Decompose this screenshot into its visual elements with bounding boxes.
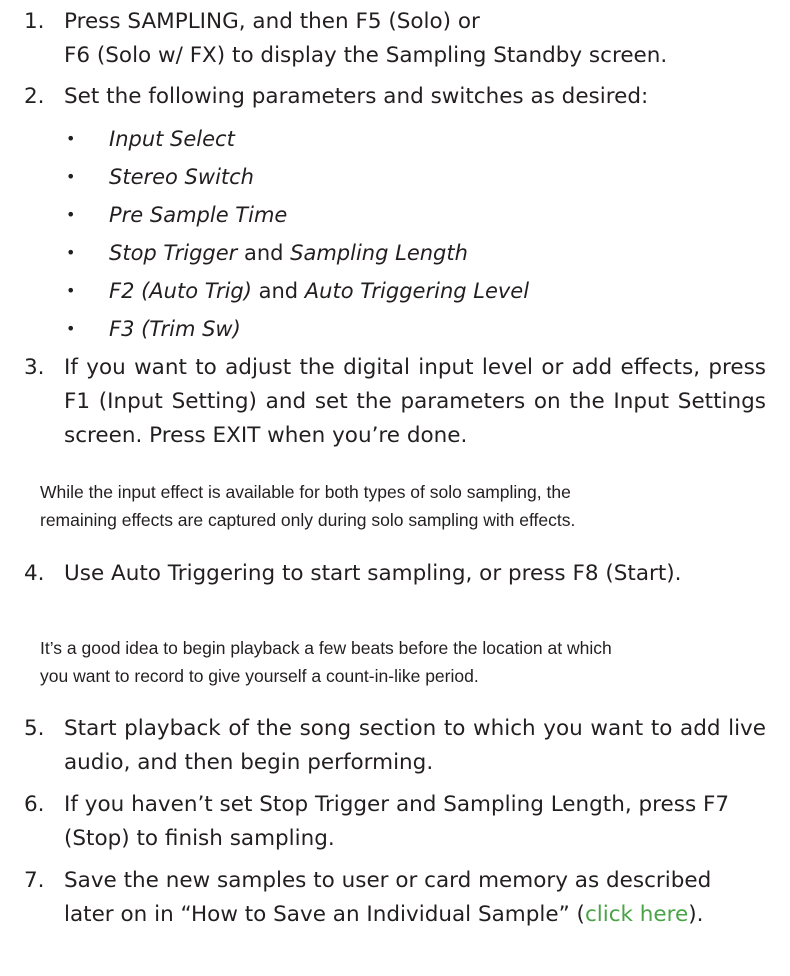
step-3-text: If you want to adjust the digital input … [64, 355, 766, 448]
step-7-text-end: ). [688, 902, 704, 927]
step-7: 7. Save the new samples to user or card … [24, 864, 766, 932]
step-3: 3. If you want to adjust the digital inp… [24, 351, 766, 453]
bullet-icon: • [66, 167, 76, 186]
conjunction-text: and [237, 241, 291, 265]
instruction-page: 1. Press SAMPLING, and then F5 (Solo) or… [0, 0, 790, 976]
list-item: • Stereo Switch [64, 158, 766, 196]
conjunction-text: and [251, 279, 305, 303]
list-item: • Input Select [64, 120, 766, 158]
step-5: 5. Start playback of the song section to… [24, 712, 766, 780]
parameter-name: Stop Trigger [109, 241, 238, 265]
step-number: 4. [24, 561, 45, 586]
note-line: remaining effects are captured only duri… [40, 510, 576, 530]
parameter-name: Pre Sample Time [109, 203, 288, 227]
step-5-text: Start playback of the song section to wh… [64, 716, 766, 775]
step-number: 6. [24, 792, 45, 817]
step-4: 4. Use Auto Triggering to start sampling… [24, 557, 766, 591]
bullet-icon: • [66, 243, 76, 262]
step-number: 7. [24, 868, 45, 893]
step-2: 2. Set the following parameters and swit… [24, 80, 766, 114]
bullet-icon: • [66, 129, 76, 148]
step-number: 2. [24, 84, 45, 109]
step-1-line-2: F6 (Solo w/ FX) to display the Sampling … [64, 43, 668, 68]
bullet-icon: • [66, 205, 76, 224]
list-item: • F3 (Trim Sw) [64, 310, 766, 348]
bullet-icon: • [66, 319, 76, 338]
parameter-name: Sampling Length [290, 241, 468, 265]
parameter-name: F2 (Auto Trig) [109, 279, 252, 303]
note-line: It’s a good idea to begin playback a few… [40, 638, 612, 658]
step-2-text: Set the following parameters and switche… [64, 84, 649, 109]
list-item: • Pre Sample Time [64, 196, 766, 234]
parameter-name: Stereo Switch [109, 165, 254, 189]
click-here-link[interactable]: click here [585, 902, 688, 927]
bullet-icon: • [66, 281, 76, 300]
list-item: • Stop Trigger and Sampling Length [64, 234, 766, 272]
list-item: • F2 (Auto Trig) and Auto Triggering Leve… [64, 272, 766, 310]
parameter-list: • Input Select • Stereo Switch • Pre Sam… [64, 120, 766, 348]
parameter-name: Auto Triggering Level [304, 279, 530, 303]
step-6: 6. If you haven’t set Stop Trigger and S… [24, 788, 766, 856]
step-number: 5. [24, 716, 45, 741]
note-count-in: It’s a good idea to begin playback a few… [40, 634, 750, 690]
parameter-name: Input Select [109, 127, 235, 151]
note-line: While the input effect is available for … [40, 482, 571, 502]
note-input-effect: While the input effect is available for … [40, 478, 750, 534]
step-1: 1. Press SAMPLING, and then F5 (Solo) or… [24, 5, 766, 73]
parameter-name: F3 (Trim Sw) [109, 317, 241, 341]
step-number: 1. [24, 9, 45, 34]
step-6-text: If you haven’t set Stop Trigger and Samp… [64, 792, 730, 851]
note-line: you want to record to give yourself a co… [40, 666, 479, 686]
step-1-line-1: Press SAMPLING, and then F5 (Solo) or [64, 9, 480, 34]
step-4-text: Use Auto Triggering to start sampling, o… [64, 561, 682, 586]
step-number: 3. [24, 355, 45, 380]
